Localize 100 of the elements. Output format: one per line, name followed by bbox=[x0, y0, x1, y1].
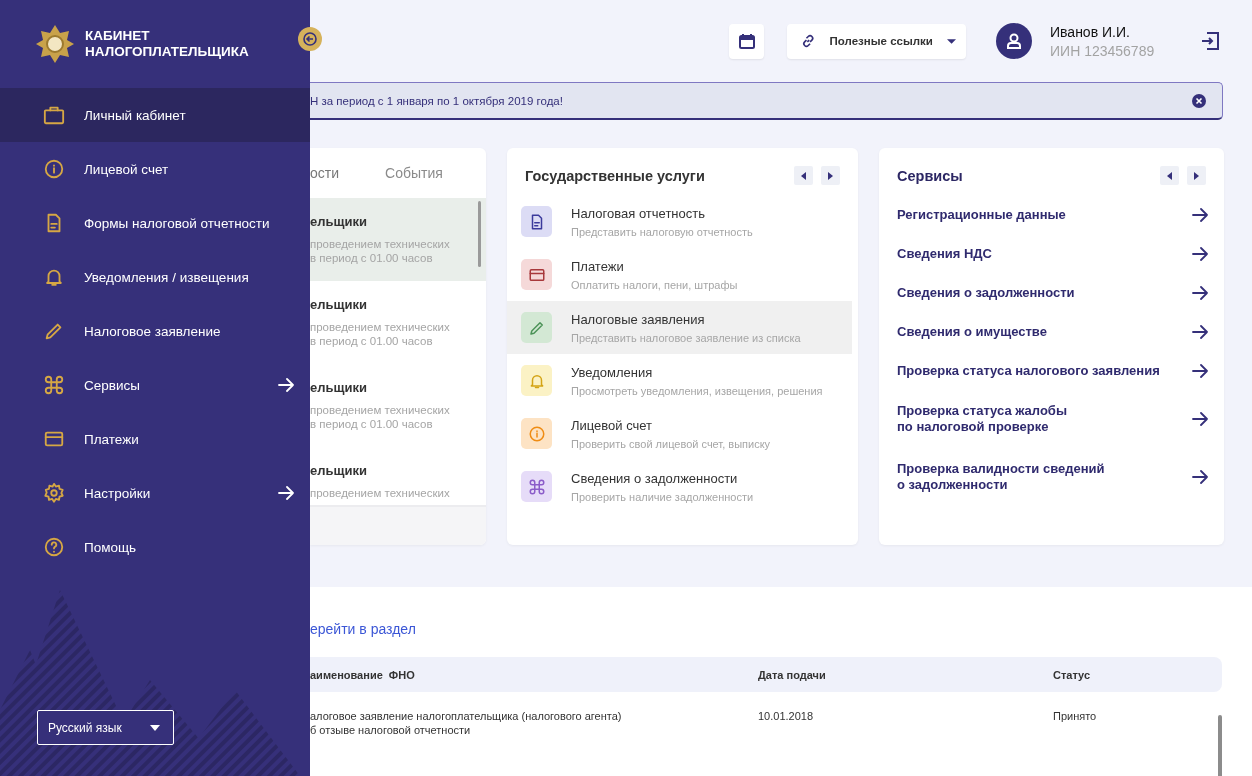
menu-item[interactable]: Формы налоговой отчетности bbox=[0, 196, 310, 250]
service-item[interactable]: Сведения о задолженности Проверить наличие задолженности bbox=[507, 460, 858, 513]
news-text: в период с 01.00 часов bbox=[310, 251, 434, 265]
caret-icon bbox=[946, 38, 956, 44]
news-text: проведением технических bbox=[310, 320, 451, 334]
service-description: Представить налоговую отчетность bbox=[571, 225, 753, 238]
menu-item[interactable]: Лицевой счет bbox=[0, 142, 310, 196]
table-cell-text: алоговое заявление налогоплательщика (налогового агента) б отзыве налоговой отчетности bbox=[310, 709, 623, 737]
user-icon bbox=[1005, 32, 1023, 50]
collapse-button[interactable] bbox=[298, 27, 322, 51]
help-icon bbox=[43, 536, 65, 558]
scrollbar-thumb[interactable] bbox=[1218, 715, 1222, 776]
caret-right-icon bbox=[828, 171, 833, 180]
caret-left-icon bbox=[801, 171, 806, 180]
next-button[interactable] bbox=[1187, 166, 1206, 185]
link-icon bbox=[801, 33, 816, 49]
service-title: Уведомления bbox=[571, 364, 654, 380]
caret-icon bbox=[150, 724, 160, 731]
service-item[interactable]: Налоговая отчетность Представить налоговую отчетность bbox=[507, 195, 858, 248]
useful-links-dropdown[interactable]: Полезные ссылки bbox=[787, 23, 966, 59]
arrow-right-icon bbox=[278, 378, 294, 392]
arrow-right-icon bbox=[1192, 363, 1208, 378]
previous-button[interactable] bbox=[794, 166, 813, 185]
column-header: Статус bbox=[1053, 668, 1091, 681]
section-link[interactable]: ерейти в раздел bbox=[310, 621, 1252, 641]
arrow-left-icon bbox=[303, 32, 317, 46]
service-description: Просмотреть уведомления, извещения, решения bbox=[571, 384, 823, 397]
column-header: аименование ФНО bbox=[310, 668, 416, 681]
user-name: Иванов И.И. bbox=[1050, 23, 1131, 40]
emblem-icon bbox=[35, 24, 75, 64]
scrollbar-thumb[interactable] bbox=[478, 201, 481, 267]
tab[interactable]: ости bbox=[310, 165, 340, 181]
previous-button[interactable] bbox=[1160, 166, 1179, 185]
menu-item[interactable]: Налоговое заявление bbox=[0, 304, 310, 358]
card-title: Государственные услуги bbox=[525, 167, 705, 184]
service-link[interactable]: Сведения НДС bbox=[897, 245, 992, 262]
menu-item[interactable]: Платежи bbox=[0, 412, 310, 466]
arrow-right-icon bbox=[1192, 324, 1208, 339]
news-text: проведением технических bbox=[310, 486, 451, 500]
service-item[interactable]: Налоговые заявления Представить налоговое заявление из списка bbox=[507, 301, 852, 354]
service-link[interactable]: Сведения о имуществе bbox=[897, 323, 1047, 340]
news-item[interactable]: ельщики проведением технических в период с 01.00 часов bbox=[310, 198, 486, 281]
caret-right-icon bbox=[1194, 171, 1199, 180]
arrow-right-icon bbox=[1192, 207, 1208, 222]
notice-text: Н за период с 1 января по 1 октября 2019 года! bbox=[310, 94, 563, 107]
app-title: КАБИНЕТ НАЛОГОПЛАТЕЛЬЩИКА bbox=[85, 28, 250, 60]
info-icon bbox=[527, 424, 546, 443]
service-title: Налоговая отчетность bbox=[571, 205, 706, 221]
arrow-right-icon bbox=[278, 486, 294, 500]
news-item[interactable]: ельщики проведением технических в период с 01.00 часов bbox=[310, 364, 486, 447]
service-link[interactable]: Проверка статуса жалобы по налоговой проверке bbox=[897, 403, 1067, 435]
service-link[interactable]: Регистрационные данные bbox=[897, 206, 1066, 223]
service-item[interactable]: Платежи Оплатить налоги, пени, штрафы bbox=[507, 248, 858, 301]
menu-item[interactable]: Помощь bbox=[0, 520, 310, 574]
menu-item[interactable]: Уведомления / извещения bbox=[0, 250, 310, 304]
news-text: в период с 01.00 часов bbox=[310, 334, 434, 348]
news-text: проведением технических bbox=[310, 403, 451, 417]
news-title: ельщики bbox=[310, 214, 368, 229]
card-title: Сервисы bbox=[897, 167, 963, 184]
avatar[interactable] bbox=[996, 23, 1032, 59]
news-title: ельщики bbox=[310, 297, 368, 312]
briefcase-icon bbox=[43, 104, 65, 126]
service-item[interactable]: Лицевой счет Проверить свой лицевой счет, выписку bbox=[507, 407, 858, 460]
arrow-right-icon bbox=[1192, 412, 1208, 426]
arrow-right-icon bbox=[1192, 285, 1208, 300]
service-description: Проверить наличие задолженности bbox=[571, 490, 754, 503]
service-description: Проверить свой лицевой счет, выписку bbox=[571, 437, 771, 450]
news-title: ельщики bbox=[310, 380, 368, 395]
menu-item[interactable]: Настройки bbox=[0, 466, 310, 520]
news-item[interactable]: ельщики проведением технических bbox=[310, 447, 486, 505]
caret-left-icon bbox=[1167, 171, 1172, 180]
menu-item[interactable]: Сервисы bbox=[0, 358, 310, 412]
service-link[interactable]: Проверка статуса налогового заявления bbox=[897, 362, 1160, 379]
user-id: ИИН 123456789 bbox=[1050, 42, 1156, 59]
column-header: Дата подачи bbox=[758, 668, 827, 681]
arrow-right-icon bbox=[1192, 470, 1208, 484]
tab[interactable]: События bbox=[385, 165, 443, 181]
command-icon bbox=[43, 374, 65, 396]
settings-icon bbox=[43, 482, 65, 504]
logout-icon[interactable] bbox=[1200, 31, 1220, 51]
next-button[interactable] bbox=[821, 166, 840, 185]
close-icon[interactable] bbox=[1192, 93, 1206, 108]
service-title: Налоговые заявления bbox=[571, 311, 706, 327]
calendar-button[interactable] bbox=[729, 23, 764, 59]
service-title: Лицевой счет bbox=[571, 417, 654, 433]
news-item[interactable]: ельщики проведением технических в период с 01.00 часов bbox=[310, 281, 486, 364]
calendar-icon bbox=[738, 33, 755, 49]
arrow-right-icon bbox=[1192, 246, 1208, 261]
news-text: в период с 01.00 часов bbox=[310, 417, 434, 431]
service-link[interactable]: Сведения о задолженности bbox=[897, 284, 1075, 301]
service-title: Сведения о задолженности bbox=[571, 470, 739, 486]
menu-item[interactable]: Личный кабинет bbox=[0, 88, 310, 142]
table-cell-text: 10.01.2018 bbox=[758, 709, 815, 724]
news-title: ельщики bbox=[310, 463, 368, 478]
language-select[interactable]: Русский язык bbox=[37, 710, 174, 745]
command-icon bbox=[527, 477, 546, 496]
service-description: Представить налоговое заявление из списка bbox=[571, 331, 801, 344]
service-link[interactable]: Проверка валидности сведений о задолженности bbox=[897, 461, 1105, 493]
service-title: Платежи bbox=[571, 258, 625, 274]
service-item[interactable]: Уведомления Просмотреть уведомления, извещения, решения bbox=[507, 354, 858, 407]
